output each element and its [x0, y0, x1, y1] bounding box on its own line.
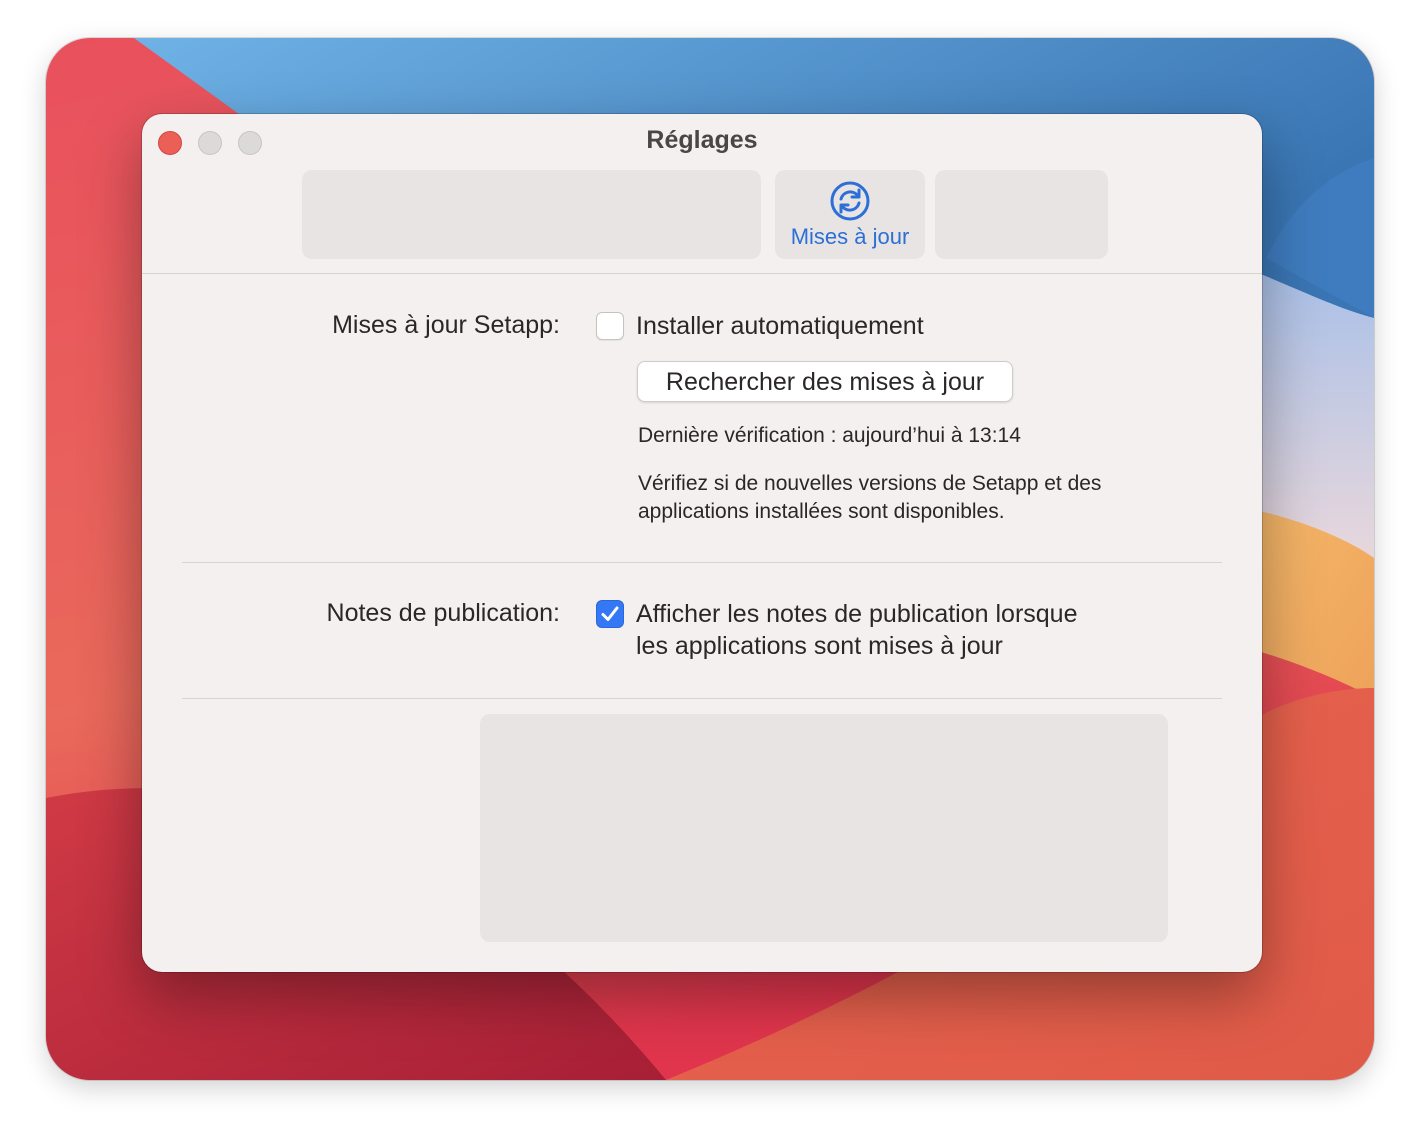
check-updates-button[interactable]: Rechercher des mises à jour — [637, 361, 1013, 402]
setapp-updates-label: Mises à jour Setapp: — [332, 311, 560, 339]
last-check-text: Dernière vérification : aujourd’hui à 13… — [638, 424, 1021, 447]
content-placeholder — [480, 714, 1168, 942]
window-title: Réglages — [646, 126, 758, 154]
tab-updates-label: Mises à jour — [790, 224, 910, 249]
show-notes-label-line-1[interactable]: Afficher les notes de publication lorsqu… — [636, 598, 1077, 630]
settings-window: Réglages Mises à jour Mises à jour Setap… — [142, 114, 1262, 972]
description-line-1: Vérifiez si de nouvelles versions de Set… — [638, 472, 1102, 495]
toolbar-divider — [142, 273, 1262, 274]
refresh-icon — [830, 181, 870, 221]
description-line-2: applications installées sont disponibles… — [638, 500, 1005, 523]
toolbar-placeholder-left — [302, 170, 761, 259]
section-divider — [182, 698, 1222, 699]
checkmark-icon — [601, 606, 619, 621]
show-notes-label-line-2[interactable]: les applications sont mises à jour — [636, 630, 1003, 662]
tab-updates[interactable]: Mises à jour — [775, 170, 925, 259]
auto-install-checkbox[interactable] — [596, 312, 624, 340]
show-notes-checkbox[interactable] — [596, 600, 624, 628]
release-notes-label: Notes de publication: — [326, 599, 560, 627]
section-divider — [182, 562, 1222, 563]
auto-install-label[interactable]: Installer automatiquement — [636, 310, 924, 342]
toolbar-placeholder-right — [935, 170, 1108, 259]
